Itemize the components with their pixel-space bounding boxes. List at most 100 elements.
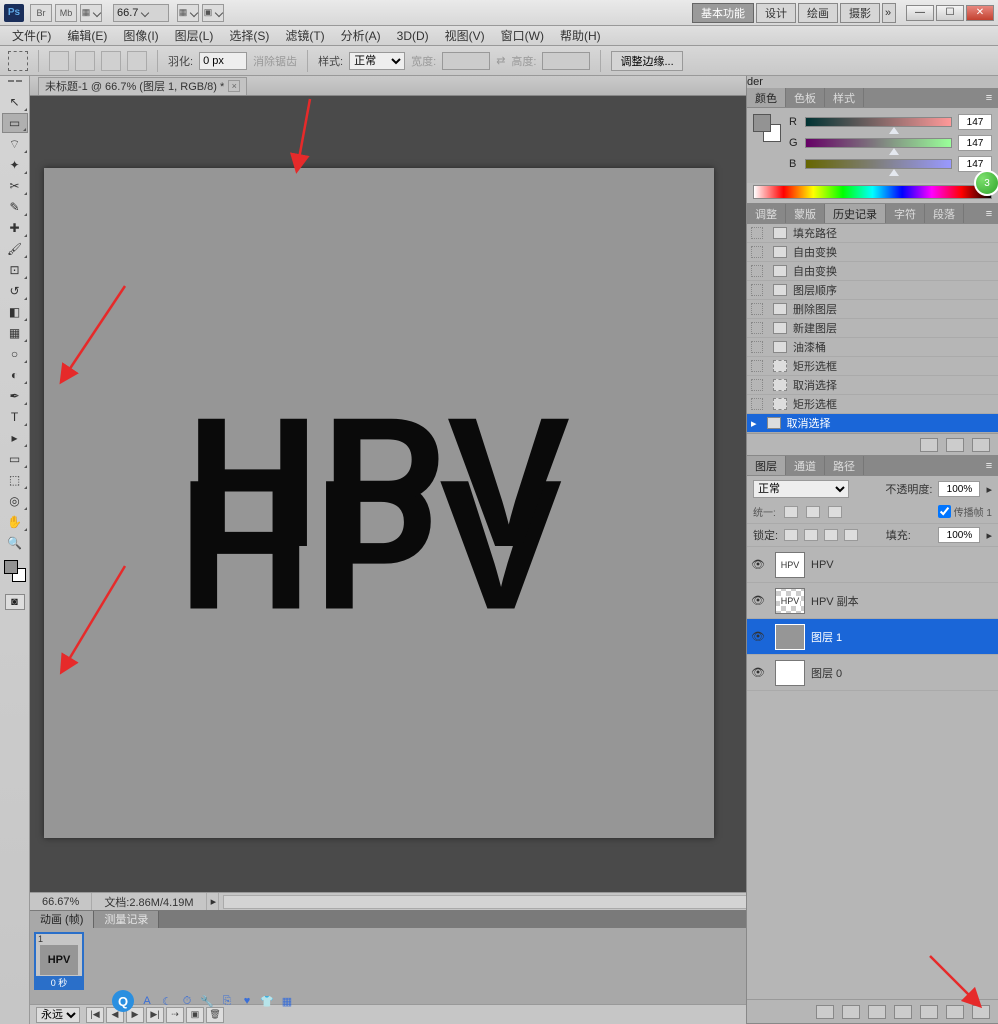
unify-pos[interactable] — [784, 506, 798, 518]
hand-tool[interactable]: ✋ — [2, 512, 28, 532]
history-brush-tool[interactable]: ↺ — [2, 281, 28, 301]
history-item[interactable]: 新建图层 — [747, 319, 998, 338]
grid-icon[interactable]: ▦ — [280, 994, 294, 1008]
tab-history[interactable]: 历史记录 — [825, 204, 886, 223]
unify-vis[interactable] — [806, 506, 820, 518]
workspace-paint[interactable]: 绘画 — [798, 3, 838, 23]
selection-add[interactable] — [75, 51, 95, 71]
lock-position[interactable] — [824, 529, 838, 541]
unify-style[interactable] — [828, 506, 842, 518]
measure-log-tab[interactable]: 测量记录 — [94, 911, 159, 928]
selection-new[interactable] — [49, 51, 69, 71]
menu-window[interactable]: 窗口(W) — [493, 27, 552, 44]
brush-tool[interactable]: 🖌 — [2, 239, 28, 259]
move-tool[interactable]: ↖ — [2, 92, 28, 112]
color-spectrum[interactable] — [753, 185, 992, 199]
fill-input[interactable] — [938, 527, 980, 543]
minibridge-button[interactable]: Mb — [55, 4, 77, 22]
eraser-tool[interactable]: ◧ — [2, 302, 28, 322]
moon-icon[interactable]: ☾ — [160, 994, 174, 1008]
bridge-button[interactable]: Br — [30, 4, 52, 22]
copy-icon[interactable]: ⎘ — [220, 994, 234, 1008]
tab-swatches[interactable]: 色板 — [786, 88, 825, 107]
style-select[interactable]: 正常 — [349, 52, 405, 70]
history-item-selected[interactable]: ▸取消选择 — [747, 414, 998, 433]
wand-tool[interactable]: ✦ — [2, 155, 28, 175]
font-icon[interactable]: A — [140, 994, 154, 1008]
history-item[interactable]: 矩形选框 — [747, 395, 998, 414]
tab-styles[interactable]: 样式 — [825, 88, 864, 107]
history-delete[interactable] — [972, 438, 990, 452]
animation-frame[interactable]: 1 HPV 0 秒 — [34, 932, 84, 990]
dodge-tool[interactable]: ◐ — [2, 365, 28, 385]
workspace-design[interactable]: 设计 — [756, 3, 796, 23]
arrange-docs-button[interactable]: ▦ — [177, 4, 199, 22]
lock-transparency[interactable] — [784, 529, 798, 541]
marquee-tool[interactable]: ▭ — [2, 113, 28, 133]
history-item[interactable]: 自由变换 — [747, 243, 998, 262]
selection-intersect[interactable] — [127, 51, 147, 71]
color-swatches[interactable] — [2, 558, 28, 584]
blend-mode-select[interactable]: 正常 — [753, 480, 849, 498]
eye-icon[interactable]: 👁 — [747, 594, 769, 607]
b-slider[interactable] — [805, 159, 952, 169]
promo-badge[interactable]: 3 — [974, 170, 998, 196]
frame-time[interactable]: 0 秒 — [36, 976, 82, 988]
tab-channels[interactable]: 通道 — [786, 456, 825, 475]
clock-icon[interactable]: ⏱ — [180, 994, 194, 1008]
view-extras-button[interactable]: ▦ — [80, 4, 102, 22]
eye-icon[interactable]: 👁 — [747, 630, 769, 643]
pen-tool[interactable]: ✒ — [2, 386, 28, 406]
tab-layers[interactable]: 图层 — [747, 456, 786, 475]
heart-icon[interactable]: ♥ — [240, 994, 254, 1008]
menu-image[interactable]: 图像(I) — [115, 27, 166, 44]
healing-tool[interactable]: ✚ — [2, 218, 28, 238]
fill-more[interactable]: ▸ — [986, 529, 992, 542]
zoom-select[interactable]: 66.7 — [113, 4, 169, 22]
menu-analysis[interactable]: 分析(A) — [333, 27, 389, 44]
animation-tab[interactable]: 动画 (帧) — [30, 911, 94, 928]
window-minimize[interactable]: — — [906, 5, 934, 21]
feather-input[interactable] — [199, 52, 247, 70]
eye-icon[interactable]: 👁 — [747, 558, 769, 571]
g-input[interactable] — [958, 135, 992, 151]
menu-view[interactable]: 视图(V) — [437, 27, 493, 44]
opacity-more[interactable]: ▸ — [986, 483, 992, 496]
layer-item[interactable]: 👁图层 0 — [747, 655, 998, 691]
menu-help[interactable]: 帮助(H) — [552, 27, 609, 44]
adjustment-layer-button[interactable] — [894, 1005, 912, 1019]
r-input[interactable] — [958, 114, 992, 130]
blur-tool[interactable]: ○ — [2, 344, 28, 364]
status-docinfo[interactable]: 文档:2.86M/4.19M — [92, 893, 206, 910]
history-item[interactable]: 图层顺序 — [747, 281, 998, 300]
r-slider[interactable] — [805, 117, 952, 127]
stamp-tool[interactable]: ⊡ — [2, 260, 28, 280]
group-button[interactable] — [920, 1005, 938, 1019]
close-tab-icon[interactable]: × — [228, 80, 240, 92]
crop-tool[interactable]: ✂ — [2, 176, 28, 196]
eyedropper-tool[interactable]: ✎ — [2, 197, 28, 217]
quick-mask-button[interactable]: ◙ — [5, 594, 25, 610]
menu-file[interactable]: 文件(F) — [4, 27, 59, 44]
link-layers-button[interactable] — [816, 1005, 834, 1019]
propagate-frame-checkbox[interactable]: 传播帧 1 — [938, 504, 992, 519]
history-item[interactable]: 自由变换 — [747, 262, 998, 281]
history-item[interactable]: 填充路径 — [747, 224, 998, 243]
tab-para[interactable]: 段落 — [925, 204, 964, 223]
zoom-tool[interactable]: 🔍 — [2, 533, 28, 553]
first-frame-button[interactable]: |◀ — [86, 1007, 104, 1023]
g-slider[interactable] — [805, 138, 952, 148]
layer-fx-button[interactable] — [842, 1005, 860, 1019]
history-snapshot[interactable] — [946, 438, 964, 452]
tab-color[interactable]: 颜色 — [747, 88, 786, 107]
lasso-tool[interactable]: ⌔ — [2, 134, 28, 154]
workspace-photo[interactable]: 摄影 — [840, 3, 880, 23]
wrench-icon[interactable]: 🔧 — [200, 994, 214, 1008]
new-layer-button[interactable] — [946, 1005, 964, 1019]
color-swatch[interactable] — [753, 114, 781, 142]
history-item[interactable]: 删除图层 — [747, 300, 998, 319]
layer-item[interactable]: 👁HPVHPV 副本 — [747, 583, 998, 619]
tab-paths[interactable]: 路径 — [825, 456, 864, 475]
layer-item-selected[interactable]: 👁图层 1 — [747, 619, 998, 655]
history-item[interactable]: 取消选择 — [747, 376, 998, 395]
